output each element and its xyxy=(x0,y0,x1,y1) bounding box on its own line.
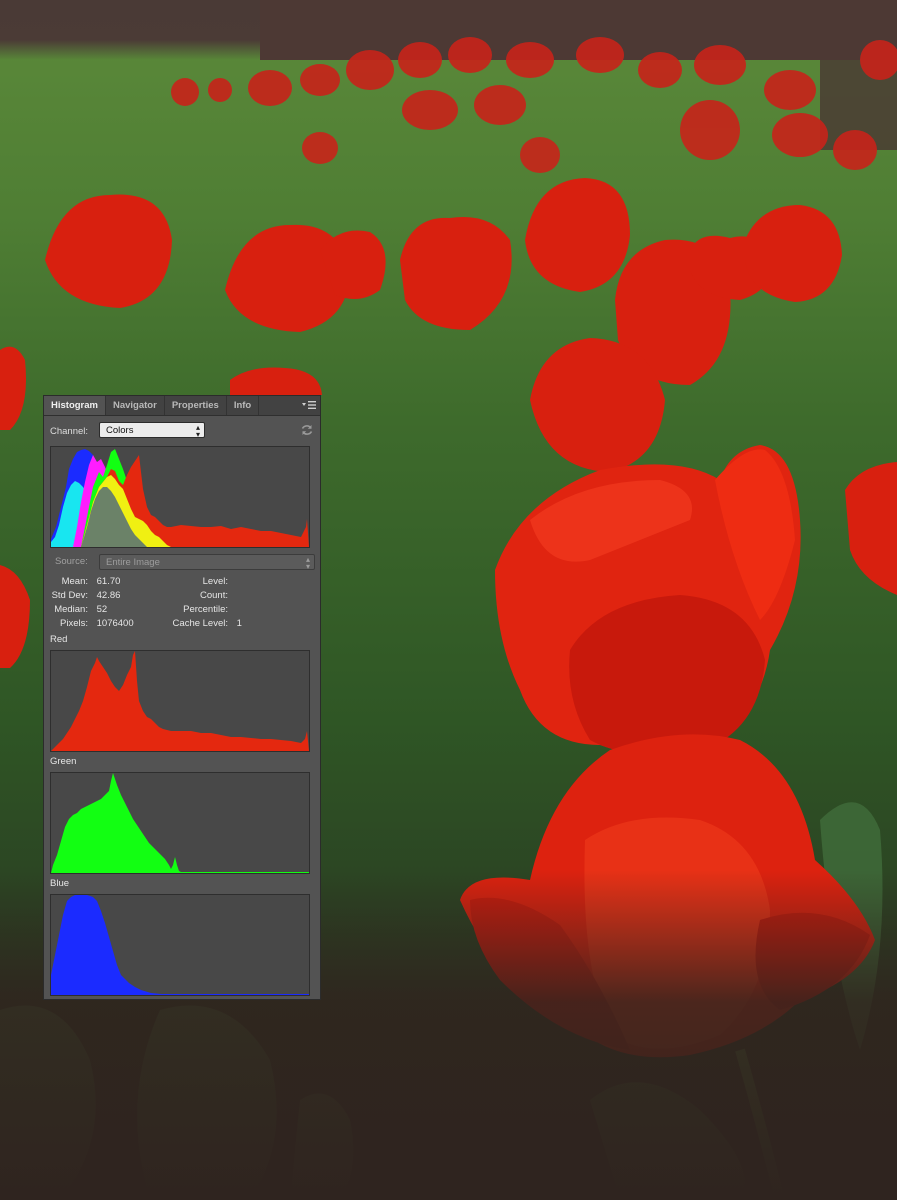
green-channel-label: Green xyxy=(50,756,77,767)
histogram-red xyxy=(50,650,310,752)
channel-select-value: Colors xyxy=(106,425,134,436)
histogram-green xyxy=(50,772,310,874)
histogram-colors-graph xyxy=(51,449,309,547)
stat-median: Median: 52 xyxy=(54,604,108,615)
histogram-panel: Histogram Navigator Properties Info Chan… xyxy=(43,395,321,1000)
histogram-blue-graph xyxy=(51,895,309,995)
source-row: Source: xyxy=(55,556,88,567)
tab-navigator[interactable]: Navigator xyxy=(106,396,165,415)
panel-menu-icon[interactable] xyxy=(302,400,316,410)
channel-label: Channel: xyxy=(50,425,89,437)
dropdown-arrows-icon: ▴ ▾ xyxy=(195,423,200,439)
tab-properties[interactable]: Properties xyxy=(165,396,227,415)
dropdown-arrows-icon: ▴ ▾ xyxy=(305,555,310,571)
source-select[interactable]: Entire Image ▴ ▾ xyxy=(99,554,315,571)
histogram-green-graph xyxy=(51,773,309,873)
stat-percentile: Percentile: xyxy=(183,604,228,615)
tab-histogram[interactable]: Histogram xyxy=(44,396,106,415)
histogram-red-graph xyxy=(51,651,309,751)
source-select-value: Entire Image xyxy=(106,557,160,568)
refresh-icon[interactable] xyxy=(300,423,314,437)
panel-tab-bar: Histogram Navigator Properties Info xyxy=(44,396,320,416)
histogram-blue xyxy=(50,894,310,996)
stat-pixels: Pixels: 1076400 xyxy=(60,618,134,629)
stat-cache-level: Cache Level: 1 xyxy=(172,618,242,629)
histogram-colors xyxy=(50,446,310,548)
stat-std-dev: Std Dev: 42.86 xyxy=(51,590,121,601)
blue-channel-label: Blue xyxy=(50,878,70,889)
channel-select[interactable]: Colors ▴ ▾ xyxy=(99,422,205,439)
stat-mean: Mean: 61.70 xyxy=(61,576,121,587)
red-channel-label: Red xyxy=(50,634,68,645)
source-label: Source: xyxy=(55,556,88,567)
tab-info[interactable]: Info xyxy=(227,396,260,415)
stat-level: Level: xyxy=(202,576,228,587)
stat-count: Count: xyxy=(200,590,228,601)
channel-row: Channel: xyxy=(50,422,88,440)
